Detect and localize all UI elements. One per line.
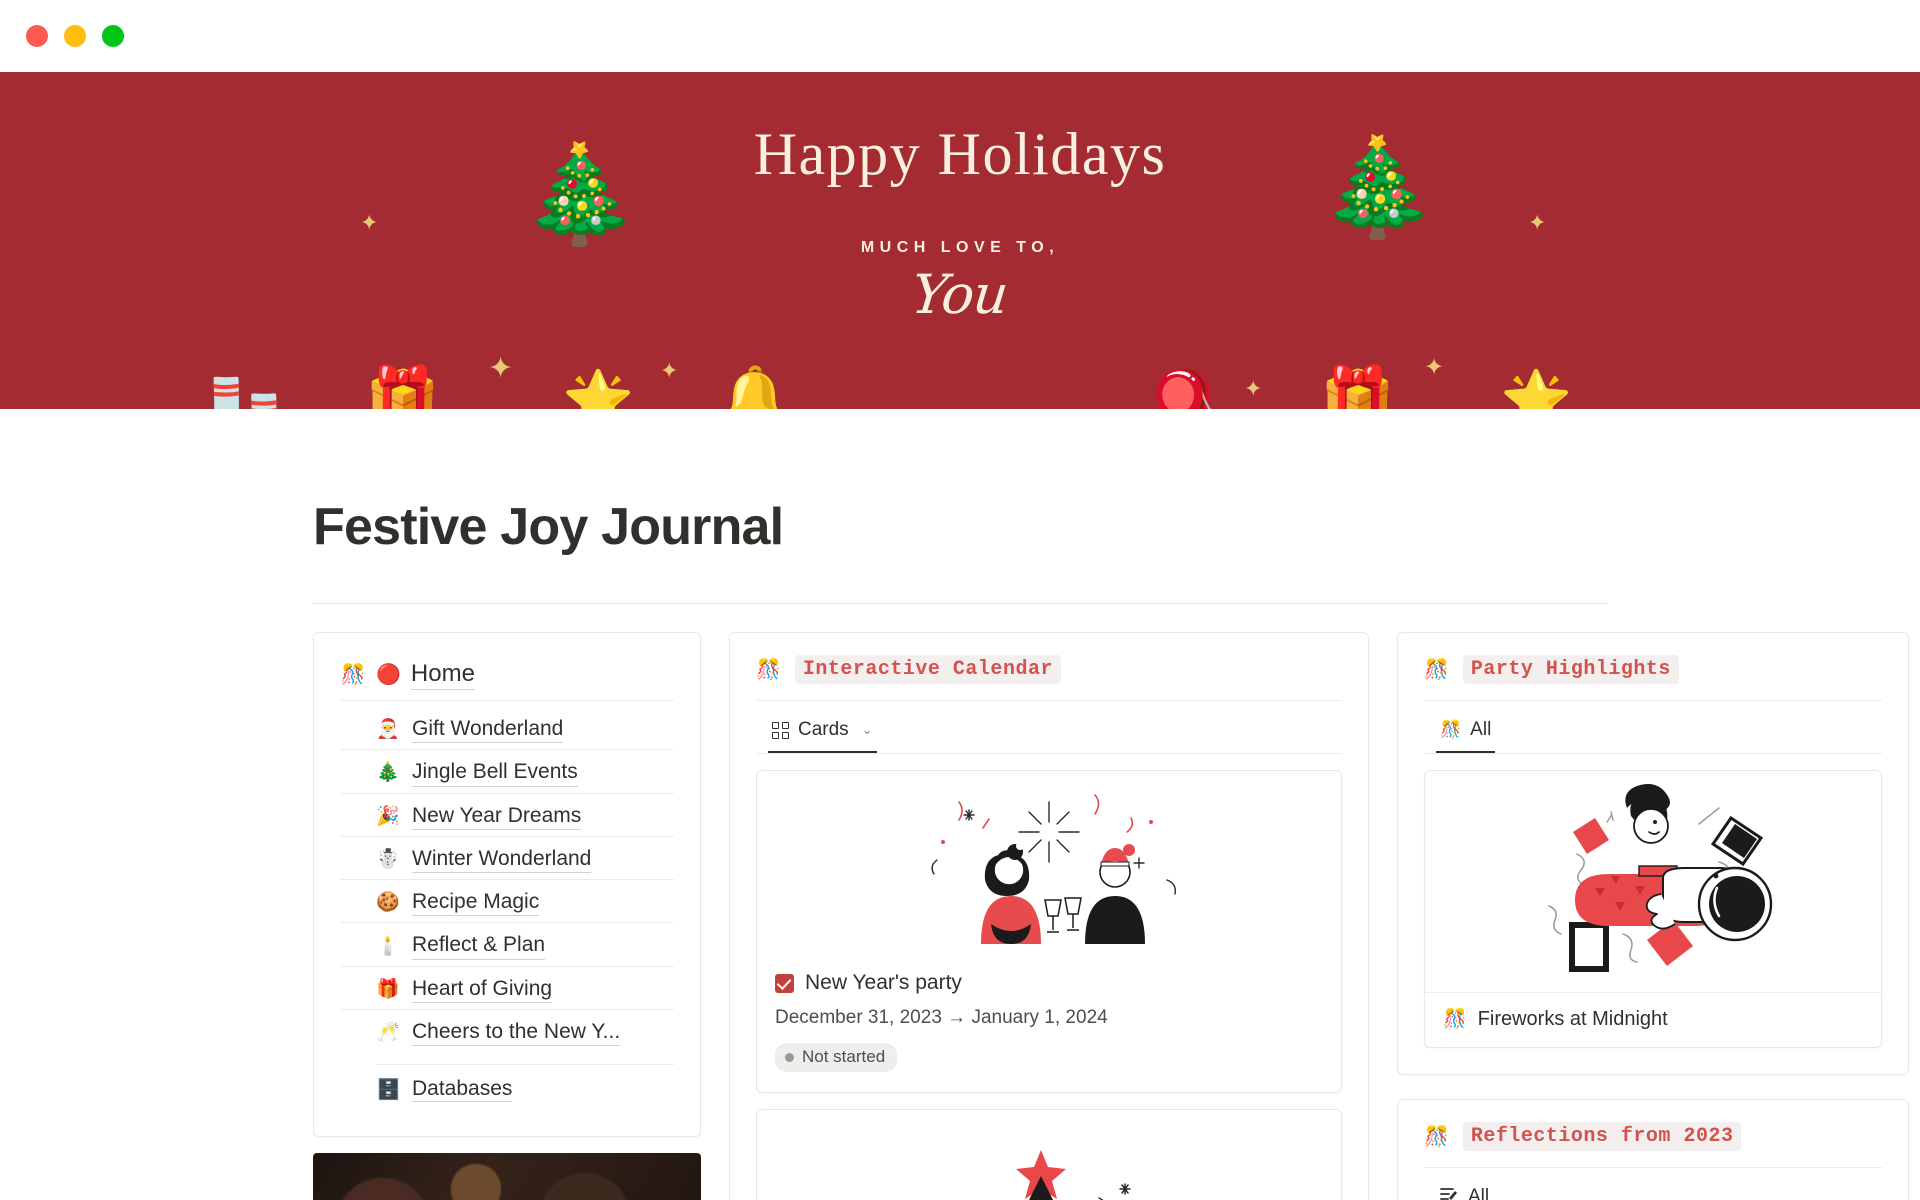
party-popper-icon: 🎉: [376, 805, 400, 827]
christmas-tree-illustration: [1016, 1150, 1131, 1200]
page-title: Festive Joy Journal: [313, 498, 784, 556]
sidebar-divider: [376, 1064, 674, 1066]
checkbox-checked-icon[interactable]: [775, 973, 794, 993]
party-block-header: 🎊 Party Highlights: [1424, 655, 1882, 701]
confetti-icon: 🎊: [1424, 659, 1449, 681]
sidebar-item-home-label: Home: [410, 659, 475, 690]
sidebar-item-label: Heart of Giving: [412, 975, 553, 1004]
column-left: 🎊 🔴 Home 🎅 Gift Wonderland 🎄 Jingle Bell…: [313, 632, 701, 1200]
confetti-icon: 🎊: [340, 664, 366, 686]
gallery-card-cover: [1425, 771, 1881, 993]
sidebar-item-label: Reflect & Plan: [412, 931, 546, 960]
media-embed-card[interactable]: R Top Christmas M... ⋮: [313, 1153, 701, 1200]
view-switcher-divider: [756, 753, 1342, 754]
page-cover-banner: 🎄 🎄 🧦 🎁 🎁 🌟 🌟 🔔 🪀 ✦ ✦ ✦ ✦ ✦ ✦ Happy Holi…: [0, 72, 1920, 409]
reflections-block-header: 🎊 Reflections from 2023: [1424, 1122, 1882, 1168]
sidebar-item-cheers-to-the-new-year[interactable]: 🥂 Cheers to the New Y...: [340, 1010, 674, 1052]
sidebar-item-reflect-and-plan[interactable]: 🕯️ Reflect & Plan: [340, 923, 674, 967]
confetti-icon: 🎊: [1424, 1126, 1449, 1148]
sidebar-item-label: Gift Wonderland: [412, 715, 564, 744]
view-switcher-divider: [1424, 753, 1882, 754]
party-highlights-block: 🎊 Party Highlights 🎊 All 🎊 Fireworks at …: [1397, 632, 1909, 1075]
database-icon: 🗄️: [376, 1079, 401, 1102]
confetti-icon: 🎊: [1443, 1009, 1467, 1030]
view-tab-all-label: All: [1468, 1186, 1490, 1200]
sidebar-item-databases-label: Databases: [412, 1077, 513, 1103]
calendar-entry-card[interactable]: New Year's party December 31, 2023 → Jan…: [756, 770, 1342, 1093]
view-tab-all[interactable]: All: [1436, 1182, 1493, 1200]
reflections-block: 🎊 Reflections from 2023 All: [1397, 1099, 1909, 1200]
sidebar-item-label: Cheers to the New Y...: [412, 1018, 621, 1047]
column-list: 🎊 🔴 Home 🎅 Gift Wonderland 🎄 Jingle Bell…: [313, 632, 1909, 1200]
window-maximize-button[interactable]: [102, 25, 124, 47]
window-titlebar: [0, 0, 1920, 72]
list-edit-icon: [1440, 1186, 1459, 1200]
sidebar-item-list: 🎅 Gift Wonderland 🎄 Jingle Bell Events 🎉…: [340, 701, 674, 1052]
chevron-down-icon[interactable]: ⌄: [862, 722, 873, 738]
view-tab-cards-label: Cards: [798, 719, 849, 740]
red-circle-icon: 🔴: [376, 664, 401, 686]
status-badge: Not started: [775, 1043, 898, 1072]
sidebar-item-winter-wonderland[interactable]: ☃️ Winter Wonderland: [340, 837, 674, 881]
calendar-entry-body: New Year's party December 31, 2023 → Jan…: [757, 957, 1341, 1092]
view-tab-all-label: All: [1470, 719, 1492, 740]
snowman-icon: ☃️: [376, 849, 400, 871]
new-years-party-illustration: [931, 794, 1177, 944]
title-divider: [313, 603, 1607, 604]
sidebar-item-jingle-bell-events[interactable]: 🎄 Jingle Bell Events: [340, 750, 674, 794]
calendar-entry-date: December 31, 2023 → January 1, 2024: [775, 1007, 1108, 1028]
candle-icon: 🕯️: [376, 935, 400, 957]
status-badge-label: Not started: [802, 1047, 886, 1066]
calendar-entry-cover: [757, 771, 1341, 957]
column-middle: 🎊 Interactive Calendar Cards ⌄ New Year'…: [729, 632, 1369, 1200]
party-highlights-title[interactable]: Party Highlights: [1462, 655, 1679, 684]
cookie-icon: 🍪: [376, 892, 400, 914]
sidebar-item-recipe-magic[interactable]: 🍪 Recipe Magic: [340, 880, 674, 924]
view-tab-cards[interactable]: Cards ⌄: [768, 715, 877, 753]
gallery-card[interactable]: 🎊 Fireworks at Midnight: [1424, 770, 1882, 1048]
sidebar-item-databases[interactable]: 🗄️ Databases: [340, 1069, 674, 1106]
column-right: 🎊 Party Highlights 🎊 All 🎊 Fireworks at …: [1397, 632, 1909, 1200]
window-minimize-button[interactable]: [64, 25, 86, 47]
cover-script-word: You: [909, 263, 1011, 326]
sidebar-item-label: Winter Wonderland: [412, 845, 592, 874]
confetti-icon: 🎊: [1440, 720, 1462, 739]
photographer-camera-illustration: [1548, 783, 1773, 972]
gallery-card-label: Fireworks at Midnight: [1477, 1007, 1668, 1030]
santa-icon: 🎅: [376, 719, 400, 741]
confetti-icon: 🎊: [756, 659, 781, 681]
calendar-view-switcher: Cards ⌄: [756, 701, 1342, 753]
party-view-switcher: 🎊 All: [1424, 701, 1882, 753]
cover-title: Happy Holidays: [753, 121, 1167, 187]
window-close-button[interactable]: [26, 25, 48, 47]
champagne-icon: 🥂: [376, 1022, 400, 1044]
christmas-tree-icon: 🎄: [376, 762, 400, 784]
calendar-entry-title-row: New Year's party: [775, 971, 1323, 995]
reflections-view-switcher: All: [1424, 1168, 1882, 1200]
interactive-calendar-block: 🎊 Interactive Calendar Cards ⌄ New Year'…: [729, 632, 1369, 1200]
gift-icon: 🎁: [376, 978, 400, 1000]
gallery-card-label-row: 🎊 Fireworks at Midnight: [1425, 993, 1881, 1047]
cover-subtitle: MUCH LOVE TO,: [860, 239, 1060, 256]
sidebar-item-new-year-dreams[interactable]: 🎉 New Year Dreams: [340, 794, 674, 837]
view-tab-all[interactable]: 🎊 All: [1436, 715, 1496, 753]
calendar-block-title[interactable]: Interactive Calendar: [794, 655, 1061, 684]
sidebar-item-heart-of-giving[interactable]: 🎁 Heart of Giving: [340, 967, 674, 1011]
sidebar-item-home[interactable]: 🎊 🔴 Home: [340, 659, 674, 701]
reflections-title[interactable]: Reflections from 2023: [1462, 1122, 1742, 1151]
calendar-entry-card[interactable]: [756, 1109, 1342, 1200]
calendar-entry-title: New Year's party: [805, 971, 962, 994]
page-body: Festive Joy Journal 🎊 🔴 Home 🎅 Gift Wond…: [0, 409, 1920, 1200]
navigation-card: 🎊 🔴 Home 🎅 Gift Wonderland 🎄 Jingle Bell…: [313, 632, 701, 1138]
sidebar-item-label: New Year Dreams: [412, 802, 582, 830]
grid-icon: [772, 721, 789, 739]
sidebar-item-label: Jingle Bell Events: [412, 758, 578, 787]
status-dot-icon: [785, 1052, 794, 1062]
calendar-entry-cover: [757, 1110, 1341, 1200]
sidebar-item-gift-wonderland[interactable]: 🎅 Gift Wonderland: [340, 707, 674, 751]
sidebar-item-label: Recipe Magic: [412, 888, 540, 917]
calendar-block-header: 🎊 Interactive Calendar: [756, 655, 1342, 701]
